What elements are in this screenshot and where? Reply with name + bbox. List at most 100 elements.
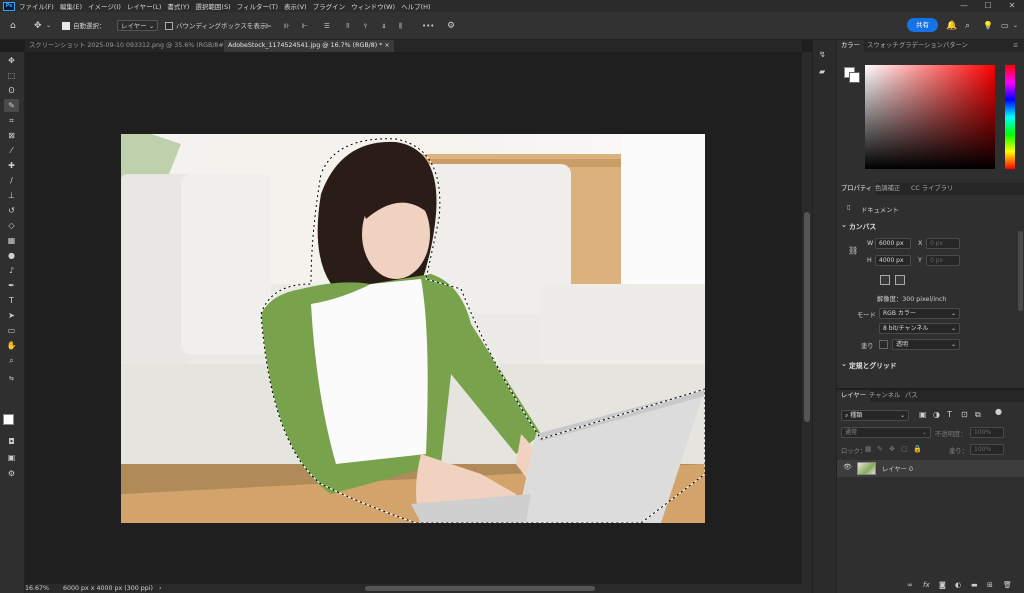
portrait-orientation-icon[interactable] [880, 275, 890, 285]
search-icon[interactable]: ⌕ [965, 20, 970, 32]
lock-artboard-icon[interactable]: ▢ [901, 445, 908, 453]
menu-edit[interactable]: 編集(E) [60, 1, 82, 11]
menu-help[interactable]: ヘルプ(H) [401, 1, 430, 11]
y-field[interactable]: 0 px [926, 255, 960, 266]
x-field[interactable]: 0 px [926, 238, 960, 249]
landscape-orientation-icon[interactable] [895, 275, 905, 285]
color-field[interactable] [865, 65, 995, 169]
move-tool-icon[interactable]: ✥ [34, 20, 42, 32]
filter-type-icon[interactable]: T [947, 410, 952, 419]
menu-window[interactable]: ウィンドウ(W) [351, 1, 395, 11]
filter-adjustment-icon[interactable]: ◑ [933, 410, 940, 419]
eraser-tool-icon[interactable]: ◇ [4, 219, 19, 232]
hue-slider[interactable] [1005, 65, 1015, 169]
panel-menu-icon[interactable]: ≡ [1009, 40, 1022, 52]
history-brush-tool-icon[interactable]: ↺ [4, 204, 19, 217]
path-select-tool-icon[interactable]: ➤ [4, 309, 19, 322]
layer-row[interactable]: 👁 レイヤー 0 [837, 460, 1024, 477]
eyedropper-tool-icon[interactable]: ⁄ [4, 144, 19, 157]
share-button[interactable]: 共有 [907, 18, 938, 32]
fill-select[interactable]: 透明 ⌄ [892, 339, 960, 350]
filter-shape-icon[interactable]: ⊡ [961, 410, 968, 419]
comments-panel-icon[interactable]: ▰ [819, 67, 825, 76]
more-options-button[interactable]: ••• [422, 20, 434, 32]
opacity-field[interactable]: 100% [970, 427, 1004, 438]
new-adjustment-icon[interactable]: ◐ [955, 581, 961, 589]
gradient-tool-icon[interactable]: ▦ [4, 234, 19, 247]
dodge-tool-icon[interactable]: ♪ [4, 264, 19, 277]
healing-brush-tool-icon[interactable]: ✚ [4, 159, 19, 172]
blend-mode-select[interactable]: 通常 ⌄ [841, 427, 931, 438]
lasso-tool-icon[interactable]: ʘ [4, 84, 19, 97]
menu-type[interactable]: 書式(Y) [167, 1, 189, 11]
lock-position-icon[interactable]: ✥ [889, 445, 895, 453]
align-middle-icon[interactable]: ⫯ [364, 20, 367, 32]
gear-icon[interactable]: ⚙ [447, 20, 455, 32]
type-tool-icon[interactable]: T [4, 294, 19, 307]
lock-all-icon[interactable]: 🔒 [913, 445, 922, 453]
quick-select-tool-icon[interactable]: ✎ [4, 99, 19, 112]
fill-swatch[interactable] [879, 340, 888, 349]
align-bottom-icon[interactable]: ⫫ [382, 20, 386, 32]
mode-select[interactable]: RGB カラー ⌄ [879, 308, 960, 319]
brush-tool-icon[interactable]: / [4, 174, 19, 187]
close-tab-icon[interactable]: × [384, 42, 389, 49]
tab-patterns[interactable]: パターン [939, 40, 972, 52]
crop-tool-icon[interactable]: ⌗ [4, 114, 19, 127]
rectangle-tool-icon[interactable]: ▭ [4, 324, 19, 337]
lock-transparent-icon[interactable]: ▦ [865, 445, 872, 453]
auto-select-checkbox[interactable]: 自動選択： [62, 20, 106, 32]
align-center-icon[interactable]: ⊪ [284, 20, 290, 32]
home-icon[interactable]: ⌂ [10, 20, 16, 32]
document-info[interactable]: 6000 px x 4000 px (300 ppi) [63, 585, 153, 592]
menu-layer[interactable]: レイヤー(L) [127, 1, 162, 11]
edit-toolbar-icon[interactable]: ⚙ [4, 467, 19, 480]
zoom-level[interactable]: 16.67% [25, 585, 49, 592]
auto-select-dropdown[interactable]: レイヤー ⌄ [117, 20, 159, 31]
blur-tool-icon[interactable]: ● [4, 249, 19, 262]
clone-stamp-tool-icon[interactable]: ⊥ [4, 189, 19, 202]
align-left-icon[interactable]: ⊫ [266, 20, 272, 32]
workspace-chevron-icon[interactable]: ⌄ [1013, 20, 1018, 32]
marquee-tool-icon[interactable]: ⬚ [4, 69, 19, 82]
menu-view[interactable]: 表示(V) [284, 1, 307, 11]
tab-cc-libraries[interactable]: CC ライブラリ [907, 183, 957, 195]
show-bounding-box-checkbox[interactable]: バウンディングボックスを表示 [165, 20, 266, 32]
tab-channels[interactable]: チャンネル [865, 390, 904, 402]
move-tool-icon[interactable]: ✥ [4, 54, 19, 67]
lock-image-icon[interactable]: ✎ [877, 445, 883, 453]
layer-filter-select[interactable]: ⌕ 種類 ⌄ [841, 410, 909, 421]
menu-plugins[interactable]: プラグイン [313, 1, 346, 11]
menu-file[interactable]: ファイル(F) [19, 1, 54, 11]
filter-smart-object-icon[interactable]: ⧉ [975, 410, 981, 420]
new-group-icon[interactable]: ▬ [971, 581, 978, 589]
close-window-icon[interactable]: ✕ [1002, 0, 1022, 12]
bg-color-chip[interactable] [849, 72, 860, 83]
eye-icon[interactable]: 👁 [843, 463, 852, 471]
vertical-scrollbar[interactable] [802, 52, 812, 584]
history-panel-icon[interactable]: ↯ [819, 50, 826, 59]
vertical-scroll-thumb[interactable] [804, 212, 810, 422]
new-layer-icon[interactable]: ⊞ [987, 581, 993, 589]
frame-tool-icon[interactable]: ⊠ [4, 129, 19, 142]
delete-layer-icon[interactable]: 🗑 [1003, 581, 1012, 589]
align-more-icon[interactable]: ☰ [324, 20, 330, 32]
lightbulb-icon[interactable]: 💡 [983, 20, 993, 32]
zoom-tool-icon[interactable]: ⌕ [4, 354, 19, 367]
minimize-icon[interactable]: — [954, 0, 974, 12]
layer-fill-field[interactable]: 100% [970, 444, 1004, 455]
menu-filter[interactable]: フィルター(T) [237, 1, 278, 11]
horizontal-scroll-thumb[interactable] [365, 586, 595, 591]
status-chevron-icon[interactable]: › [159, 585, 162, 592]
properties-scrollbar[interactable] [1018, 231, 1023, 311]
link-icon[interactable]: ⛓ [848, 246, 858, 255]
align-top-icon[interactable]: ⫪ [346, 20, 350, 32]
tab-adjustments[interactable]: 色調補正 [871, 183, 904, 195]
maximize-icon[interactable]: ☐ [978, 0, 998, 12]
width-field[interactable]: 6000 px [875, 238, 911, 249]
foreground-color-swatch[interactable] [3, 414, 14, 425]
tab-screenshot[interactable]: スクリーンショット 2025-09-10 093312.png @ 35.6% … [25, 40, 237, 52]
canvas-section[interactable]: カンバス [837, 219, 1024, 233]
layer-name[interactable]: レイヤー 0 [882, 464, 913, 473]
document-image[interactable] [121, 134, 705, 523]
